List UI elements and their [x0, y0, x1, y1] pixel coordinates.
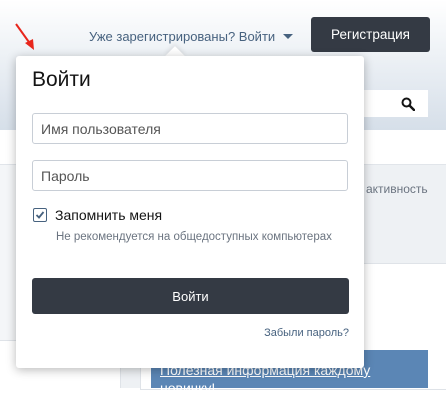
search-input[interactable] — [355, 90, 428, 117]
username-field[interactable] — [32, 113, 348, 144]
remember-me-label: Запомнить меня — [55, 207, 163, 223]
remember-me-checkbox[interactable] — [33, 208, 47, 222]
header-login-link[interactable]: Уже зарегистрированы? Войти — [89, 27, 294, 45]
login-popup: Войти Запомнить меня Не рекомендуется на… — [16, 56, 364, 368]
forgot-password-link[interactable]: Забыли пароль? — [264, 327, 349, 339]
register-button[interactable]: Регистрация — [311, 17, 430, 52]
checkmark-icon — [35, 211, 45, 219]
popup-title: Войти — [32, 68, 91, 91]
username-input[interactable] — [33, 114, 347, 143]
password-field[interactable] — [32, 160, 348, 191]
red-arrow-icon — [15, 23, 34, 50]
password-input[interactable] — [33, 161, 347, 190]
caret-down-icon — [283, 34, 294, 39]
remember-me-hint: Не рекомендуется на общедоступных компью… — [56, 231, 332, 243]
header-login-text: Уже зарегистрированы? Войти — [89, 28, 276, 44]
search-icon[interactable] — [401, 97, 415, 111]
login-button[interactable]: Войти — [32, 278, 349, 314]
remember-me-toggle[interactable]: Запомнить меня — [33, 207, 162, 223]
activity-label: активность — [366, 182, 428, 196]
